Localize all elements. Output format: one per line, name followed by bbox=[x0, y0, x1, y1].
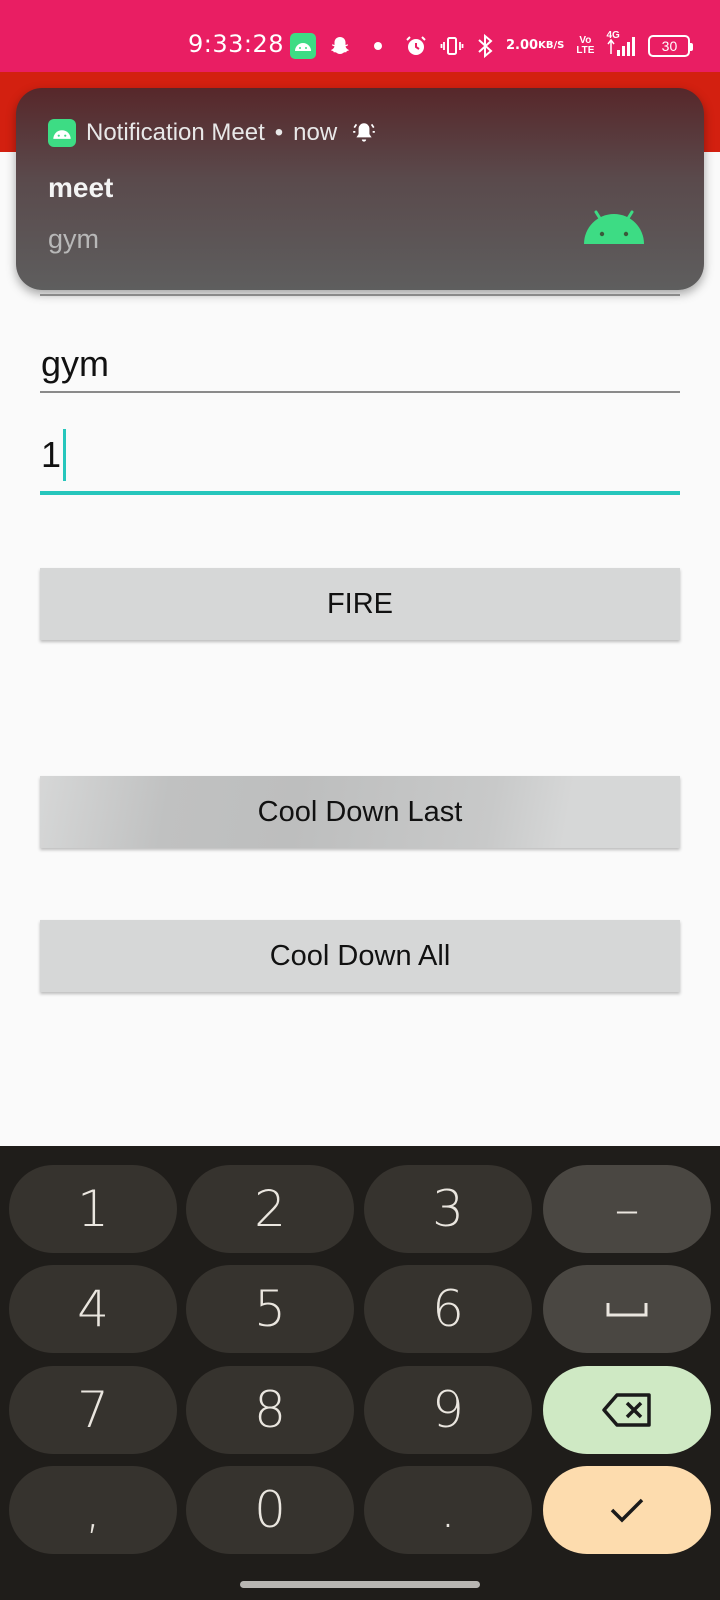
checkmark-icon bbox=[610, 1498, 644, 1523]
android-large-icon bbox=[584, 210, 644, 244]
signal-icon: 4G bbox=[606, 30, 636, 58]
number-input[interactable]: 1 bbox=[40, 427, 680, 495]
status-time: 9:33:28 bbox=[188, 30, 285, 58]
key-backspace[interactable] bbox=[543, 1366, 711, 1454]
battery-icon: 30 bbox=[648, 35, 694, 57]
cool-down-last-button[interactable]: Cool Down Last bbox=[40, 776, 680, 848]
key-8[interactable]: 8 bbox=[186, 1366, 354, 1454]
key-9[interactable]: 9 bbox=[364, 1366, 532, 1454]
key-period[interactable]: . bbox=[364, 1466, 532, 1554]
key-4[interactable]: 4 bbox=[9, 1265, 177, 1353]
bluetooth-icon bbox=[476, 33, 494, 59]
snapchat-icon bbox=[328, 34, 352, 58]
number-input-value: 1 bbox=[41, 434, 62, 475]
key-done[interactable] bbox=[543, 1466, 711, 1554]
key-comma[interactable]: , bbox=[9, 1466, 177, 1554]
number-input-content: 1 bbox=[40, 427, 680, 483]
text-input-value: gym bbox=[41, 343, 110, 384]
notification-time: now bbox=[293, 119, 338, 146]
key-5[interactable]: 5 bbox=[186, 1265, 354, 1353]
key-3[interactable]: 3 bbox=[364, 1165, 532, 1253]
key-0[interactable]: 0 bbox=[186, 1466, 354, 1554]
alarm-icon bbox=[404, 34, 428, 58]
notification-text: gym bbox=[48, 224, 100, 254]
key-2[interactable]: 2 bbox=[186, 1165, 354, 1253]
status-icons: 2.00 KB/S Vo LTE 4G 30 bbox=[290, 30, 694, 62]
key-1[interactable]: 1 bbox=[9, 1165, 177, 1253]
text-input-gym[interactable]: gym bbox=[40, 335, 680, 393]
notification-separator: • bbox=[274, 119, 284, 146]
key-6[interactable]: 6 bbox=[364, 1265, 532, 1353]
status-bar: 9:33:28 2.00 KB/S Vo LTE 4G 30 bbox=[0, 0, 720, 72]
vibrate-icon bbox=[440, 34, 464, 58]
cool-down-all-button[interactable]: Cool Down All bbox=[40, 920, 680, 992]
key-minus[interactable]: – bbox=[543, 1165, 711, 1253]
key-space[interactable] bbox=[543, 1265, 711, 1353]
android-app-icon bbox=[48, 119, 76, 147]
dot-icon bbox=[374, 42, 382, 50]
alert-bell-icon bbox=[351, 120, 377, 146]
notification-app-name: Notification Meet bbox=[86, 119, 265, 146]
space-icon bbox=[606, 1303, 648, 1317]
key-7[interactable]: 7 bbox=[9, 1366, 177, 1454]
gesture-nav-handle[interactable] bbox=[240, 1581, 480, 1588]
fire-button[interactable]: FIRE bbox=[40, 568, 680, 640]
numeric-keyboard: 1 2 3 – 4 5 6 7 8 9 , 0 . bbox=[0, 1146, 720, 1600]
volte-badge: Vo LTE bbox=[576, 35, 595, 56]
notification-title: meet bbox=[48, 172, 114, 203]
android-app-icon bbox=[290, 33, 316, 59]
net-speed: 2.00 KB/S bbox=[506, 38, 565, 53]
text-cursor bbox=[63, 429, 67, 481]
field-underline bbox=[40, 294, 680, 296]
heads-up-notification[interactable]: Notification Meet • now meet gym bbox=[16, 88, 704, 290]
backspace-icon bbox=[602, 1393, 651, 1427]
notification-header: Notification Meet • now bbox=[48, 118, 377, 148]
